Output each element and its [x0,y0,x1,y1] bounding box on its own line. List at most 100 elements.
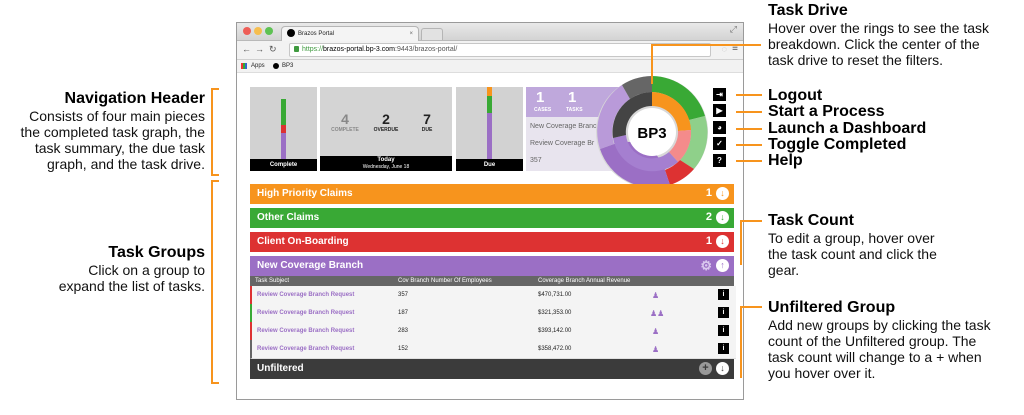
unfiltered-group-title: Unfiltered Group [768,299,896,316]
task-count-connector-h [740,220,762,222]
group-unfiltered[interactable]: Unfiltered + ↓ [250,359,734,379]
task-drive[interactable]: BP3 [592,72,712,192]
browser-titlebar: Brazos Portal × ⤢ [237,23,743,41]
completed-task-graph[interactable]: Complete [250,87,317,171]
table-row[interactable]: Review Coverage Branch Request 357 $470,… [250,286,736,305]
user-icon: ♟ [652,345,660,354]
group-high-priority-claims[interactable]: High Priority Claims 1 ↓ [250,184,734,204]
task-count-connector [740,220,742,265]
due-task-graph[interactable]: Due [456,87,523,171]
maximize-window-icon[interactable] [265,27,273,35]
new-tab-button[interactable] [421,28,443,40]
summary-due-value: 7 [423,111,431,127]
task-subject-link[interactable]: Review Coverage Branch Request [257,310,354,316]
toggle-connector [736,144,762,146]
logout-button[interactable]: ⇥ [713,88,726,101]
drive-item-2: Review Coverage Br [530,140,595,147]
table-row[interactable]: Review Coverage Branch Request 152 $358,… [250,340,736,359]
task-subject-link[interactable]: Review Coverage Branch Request [257,346,354,352]
expand-down-icon[interactable]: ↓ [716,211,729,224]
task-drive-line-2: breakdown. Click the center of the [768,36,980,52]
drive-item-1: New Coverage Branch [530,123,601,130]
expand-down-icon[interactable]: ↓ [716,187,729,200]
expand-down-icon[interactable]: ↓ [716,235,729,248]
cases-value: 1 [536,89,545,106]
bookmark-apps[interactable]: Apps [251,60,265,72]
group-name: Client On-Boarding [257,236,349,247]
bookmark-bp3[interactable]: BP3 [282,60,293,72]
nav-header-line-3: task summary, the due task [34,140,205,156]
add-group-icon[interactable]: + [699,362,712,375]
task-count-line-2: the task count and click the [768,246,937,262]
group-other-claims[interactable]: Other Claims 2 ↓ [250,208,734,228]
task-count-title: Task Count [768,212,854,229]
gear-icon[interactable]: ⚙ [700,258,712,274]
completed-bar-green [281,99,286,125]
task-groups-line-2: expand the list of tasks. [58,278,205,294]
unfiltered-connector-h [740,306,762,308]
group-new-coverage-branch[interactable]: New Coverage Branch ⚙ ↑ [250,256,734,276]
info-button[interactable]: i [718,307,729,318]
task-groups-bracket [211,180,219,384]
reload-icon[interactable]: ↻ [269,44,277,55]
nav-header-line-1: Consists of four main pieces [29,108,205,124]
close-window-icon[interactable] [243,27,251,35]
forward-icon[interactable]: → [255,44,264,54]
expand-down-icon[interactable]: ↓ [716,362,729,375]
start-process-annotation: Start a Process [768,103,885,121]
apps-grid-icon[interactable] [241,63,247,69]
task-drive-line-3: task drive to reset the filters. [768,52,944,68]
bp3-favicon-icon [287,29,295,38]
task-drive-connector [651,44,653,84]
help-button[interactable]: ? [713,154,726,167]
minimize-window-icon[interactable] [254,27,262,35]
help-annotation: Help [768,152,803,170]
unfiltered-group-line-2: count of the Unfiltered group. The [768,333,977,349]
today-footer: Today Wednesday, June 18 [320,156,452,171]
task-table-header: Task Subject Cov Branch Number Of Employ… [250,276,734,286]
address-bar[interactable]: https://brazos-portal.bp-3.com:9443/braz… [289,43,711,57]
due-bar-orange [487,87,492,96]
table-row[interactable]: Review Coverage Branch Request 283 $393,… [250,322,736,341]
browser-tab[interactable]: Brazos Portal × [281,26,419,41]
url-scheme: https:// [302,46,324,53]
task-count-line-3: gear. [768,262,800,278]
nav-header-line-2: the completed task graph, the [20,124,205,140]
completed-bar-red [281,125,286,133]
revenue-cell: $470,731.00 [538,292,572,298]
due-label: Due [456,159,523,171]
summary-overdue-label: OVERDUE [373,127,399,133]
task-count-line-1: To edit a group, hover over [768,230,935,246]
employees-cell: 187 [398,310,409,316]
nav-header-line-4: graph, and the task drive. [47,156,205,172]
group-task-count[interactable]: 2 [706,211,712,223]
task-subject-link[interactable]: Review Coverage Branch Request [257,292,354,298]
task-groups-title: Task Groups [108,244,205,261]
info-button[interactable]: i [718,289,729,300]
group-task-count[interactable]: 1 [706,187,712,199]
close-tab-icon[interactable]: × [409,27,413,41]
tasks-label: TASKS [566,107,583,113]
task-count-annotation: Task Count To edit a group, hover over t… [768,212,1024,278]
task-subject-link[interactable]: Review Coverage Branch Request [257,328,354,334]
fullscreen-icon[interactable]: ⤢ [730,24,737,35]
group-client-on-boarding[interactable]: Client On-Boarding 1 ↓ [250,232,734,252]
start-process-title: Start a Process [768,103,885,120]
group-task-count[interactable]: 1 [706,235,712,247]
back-icon[interactable]: ← [242,44,251,54]
task-drive-connector-h [651,44,761,46]
collapse-up-icon[interactable]: ↑ [716,259,729,272]
start-process-button[interactable]: ▶ [713,104,726,117]
url-path: :9443/brazos-portal/ [395,46,458,53]
url-host: brazos-portal.bp-3.com [323,46,395,53]
nav-header-title: Navigation Header [64,90,205,107]
task-groups-line-1: Click on a group to [88,262,205,278]
summary-due-label: DUE [421,127,433,133]
table-row[interactable]: Review Coverage Branch Request 187 $321,… [250,304,736,323]
toggle-completed-button[interactable]: ✓ [713,137,726,150]
today-label: Today [377,157,395,163]
launch-dashboard-button[interactable]: ◕ [713,121,726,134]
task-summary[interactable]: 4 COMPLETE 2 OVERDUE 7 DUE Today Wednesd… [320,87,452,171]
info-button[interactable]: i [718,343,729,354]
info-button[interactable]: i [718,325,729,336]
